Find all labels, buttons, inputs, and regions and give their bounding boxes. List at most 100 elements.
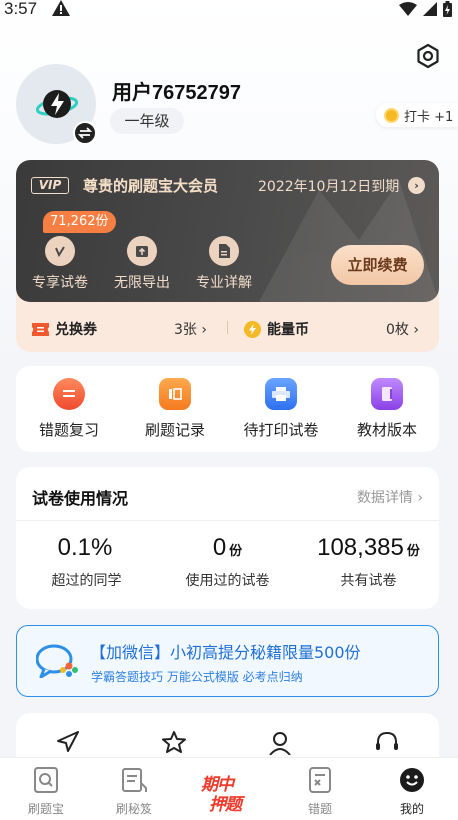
voucher-entry[interactable]: 兑换券: [32, 319, 97, 339]
stat-label: 使用过的试卷: [185, 573, 270, 589]
search-doc-icon: [0, 766, 92, 794]
tab-mijiji[interactable]: 刷秘笈: [88, 766, 180, 817]
wrong-book-icon: [274, 766, 366, 794]
vip-badge: VIP: [31, 177, 69, 194]
divider: [16, 520, 439, 521]
energy-entry[interactable]: 能量币: [244, 319, 309, 339]
tab-midterm-exam-promo[interactable]: 期中 押题: [197, 766, 257, 815]
bottom-tab-bar: 刷题宝 刷秘笈 期中 押题 错题 我的: [0, 757, 458, 820]
chat-bubble-icon: [35, 644, 78, 682]
stat-value: 0.1%: [16, 534, 157, 562]
quick-actions-card: 错题复习 刷题记录 待打印试卷 教材版本: [16, 366, 439, 452]
quick-action-label: 刷题记录: [144, 421, 205, 439]
settings-gear-icon[interactable]: [414, 42, 442, 70]
perk-label: 无限导出: [114, 275, 170, 291]
tab-label: 错题: [307, 802, 332, 816]
quick-action-wrong-review[interactable]: 错题复习: [19, 378, 119, 440]
checkin-label: 打卡 +1: [404, 109, 454, 125]
headset-icon[interactable]: [374, 731, 400, 759]
person-icon[interactable]: [268, 731, 292, 759]
grade-selector[interactable]: 一年级: [110, 108, 184, 134]
signal-icon: [423, 2, 437, 16]
review-icon: [53, 378, 85, 410]
quick-action-practice-record[interactable]: 刷题记录: [125, 378, 225, 440]
energy-label: 能量币: [267, 322, 309, 338]
lightning-coin-icon: [244, 320, 261, 338]
export-icon: [127, 236, 157, 266]
switch-account-icon[interactable]: [73, 121, 97, 145]
stat-number: 0: [212, 534, 227, 561]
stat-number: 0.1%: [57, 534, 113, 561]
tab-mine[interactable]: 我的: [366, 766, 458, 817]
paper-icon: [45, 236, 75, 266]
vip-title: 尊贵的刷题宝大会员: [83, 177, 219, 195]
stat-surpassed: 0.1% 超过的同学: [16, 534, 157, 590]
promo-subtitle: 学霸答题技巧 万能公式模版 必考点归纳: [91, 670, 303, 684]
usage-title: 试卷使用情况: [32, 489, 129, 508]
renew-button[interactable]: 立即续费: [331, 245, 424, 285]
wifi-icon: [399, 2, 417, 16]
exam-promo-text-2: 押题: [209, 795, 242, 815]
promo-title: 【加微信】小初高提分秘籍限量500份: [90, 643, 361, 662]
perk-unlimited-export[interactable]: 无限导出: [102, 236, 182, 292]
warning-icon: [52, 0, 70, 21]
perk-exclusive-papers[interactable]: 专享试卷: [20, 236, 100, 292]
stat-unit: 份: [229, 543, 243, 558]
system-icons: [399, 1, 452, 17]
stat-total-papers: 108,385 份 共有试卷: [298, 534, 439, 590]
vip-expire-date: 2022年10月12日到期: [258, 179, 400, 195]
vip-card: VIP 尊贵的刷题宝大会员 2022年10月12日到期 › 71,262份 专享…: [16, 160, 439, 352]
record-icon: [159, 378, 191, 410]
ticket-icon: [32, 322, 49, 336]
star-icon[interactable]: [162, 731, 186, 757]
voucher-count: 3张: [174, 322, 197, 338]
status-time: 3:57: [4, 0, 38, 18]
perk-detailed-explanations[interactable]: 专业详解: [184, 236, 264, 292]
chevron-right-icon: ›: [408, 322, 419, 338]
avatar-logo-icon: [35, 82, 79, 130]
notebook-icon: [88, 766, 180, 794]
quick-action-label: 错题复习: [38, 421, 99, 439]
status-bar: 3:57: [0, 0, 458, 22]
stat-unit: 份: [406, 543, 420, 558]
username: 用户76752797: [112, 82, 241, 104]
tab-label: 刷秘笈: [115, 802, 152, 816]
stat-value: 108,385 份: [298, 534, 439, 562]
stat-number: 108,385: [317, 534, 404, 561]
coin-icon: [384, 107, 399, 123]
voucher-value[interactable]: 3张 ›: [174, 319, 207, 339]
energy-count: 0枚: [386, 322, 409, 338]
paper-count-badge: 71,262份: [43, 211, 116, 233]
send-icon[interactable]: [56, 731, 80, 757]
vip-banner[interactable]: VIP 尊贵的刷题宝大会员 2022年10月12日到期 › 71,262份 专享…: [16, 160, 439, 302]
usage-details-link[interactable]: 数据详情 ›: [357, 487, 423, 507]
chevron-right-icon[interactable]: ›: [408, 177, 425, 194]
stat-value: 0份: [157, 534, 298, 562]
perk-label: 专享试卷: [32, 275, 88, 291]
chevron-right-icon: ›: [412, 490, 423, 506]
quick-action-textbook-version[interactable]: 教材版本: [337, 378, 437, 440]
checkin-button[interactable]: 打卡 +1: [376, 103, 458, 127]
book-icon: [371, 378, 403, 410]
usage-card: 试卷使用情况 数据详情 › 0.1% 超过的同学 0份 使用过的试卷 108,3…: [16, 467, 439, 609]
tab-shuatibao[interactable]: 刷题宝: [0, 766, 92, 817]
chevron-right-icon: ›: [196, 322, 207, 338]
tab-label: 刷题宝: [27, 802, 64, 816]
tab-label: 我的: [399, 802, 424, 816]
quick-action-label: 教材版本: [356, 421, 417, 439]
energy-value[interactable]: 0枚 ›: [386, 319, 419, 339]
voucher-row: 兑换券 3张 › 能量币 0枚 ›: [16, 302, 439, 352]
stat-label: 超过的同学: [51, 573, 122, 589]
voucher-label: 兑换券: [55, 322, 97, 338]
quick-action-label: 待打印试卷: [243, 421, 319, 439]
printer-icon: [265, 378, 297, 410]
perk-label: 专业详解: [196, 275, 252, 291]
battery-icon: [443, 1, 452, 17]
quick-action-pending-print[interactable]: 待打印试卷: [231, 378, 331, 440]
doc-icon: [209, 236, 239, 266]
stat-label: 共有试卷: [340, 573, 397, 589]
usage-details-label: 数据详情: [356, 490, 413, 506]
tab-wrong-questions[interactable]: 错题: [274, 766, 366, 817]
smile-icon: [366, 766, 458, 794]
wechat-promo-banner[interactable]: 【加微信】小初高提分秘籍限量500份 学霸答题技巧 万能公式模版 必考点归纳: [16, 625, 439, 697]
